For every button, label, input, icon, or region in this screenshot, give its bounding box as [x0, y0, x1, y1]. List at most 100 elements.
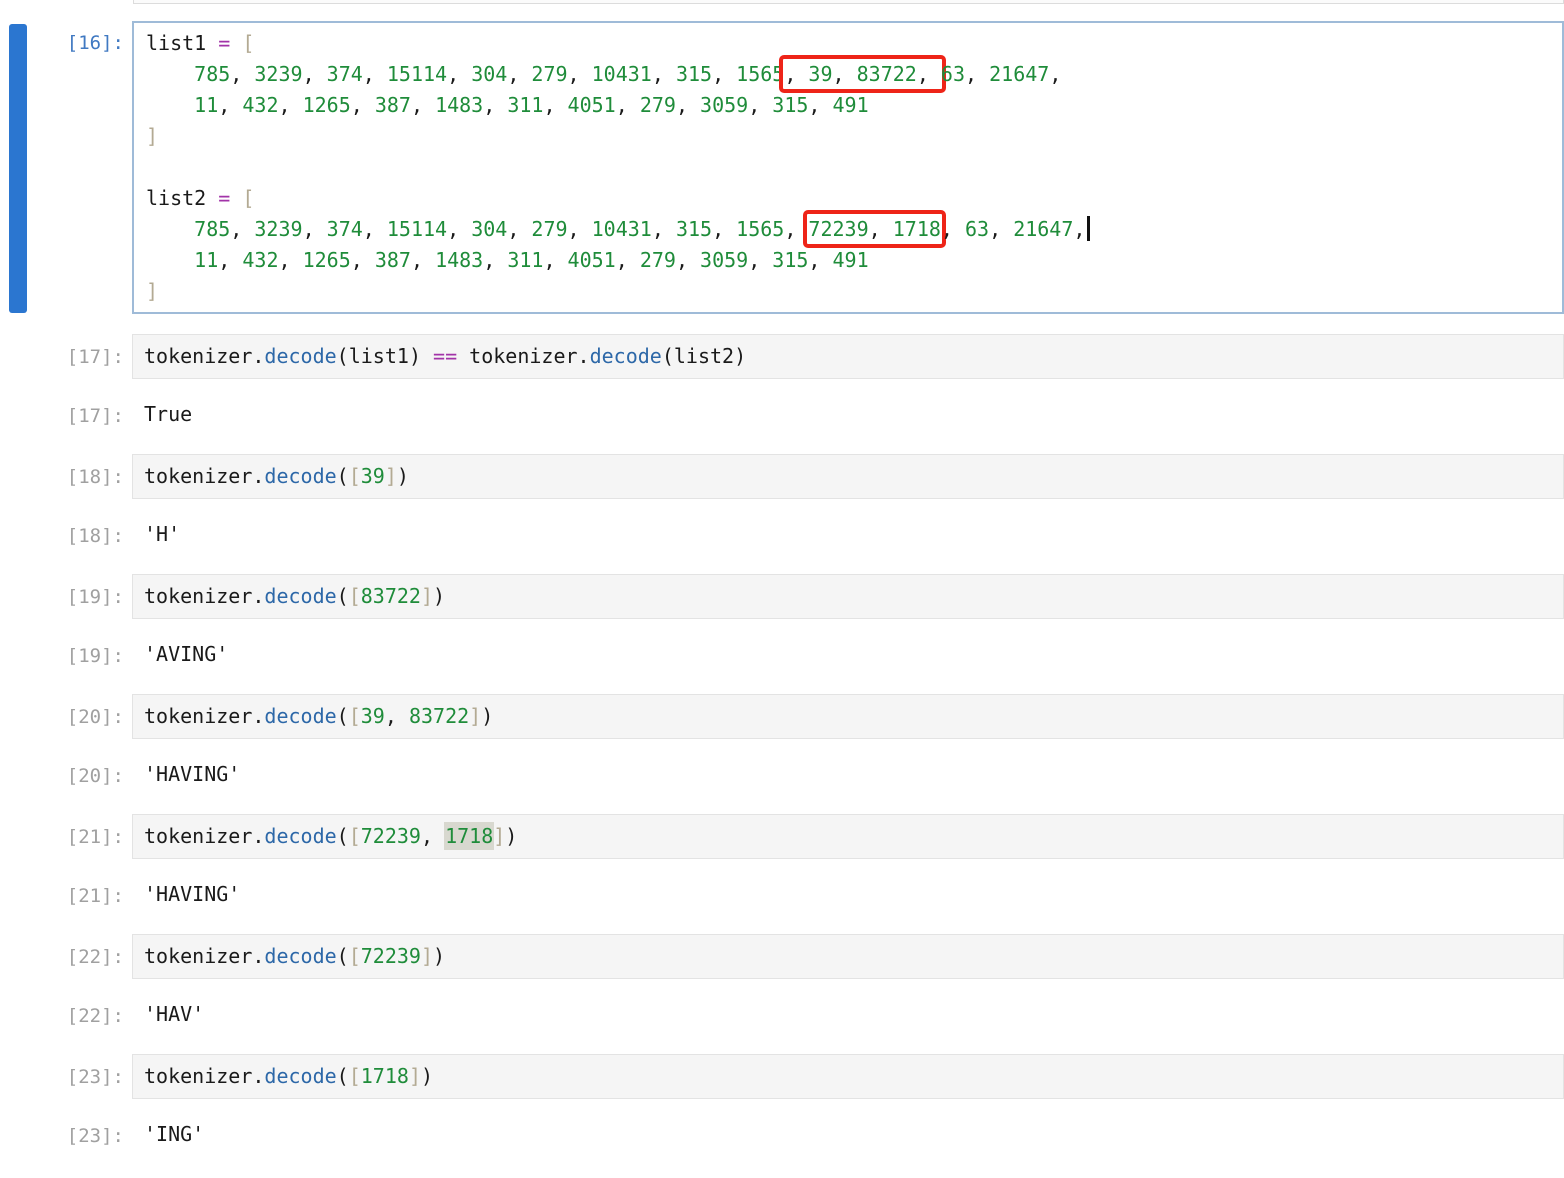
code-line: tokenizer.decode([39, 83722]) — [144, 701, 1563, 732]
code-line: 785, 3239, 374, 15114, 304, 279, 10431, … — [146, 59, 1562, 90]
cell-gutter — [0, 574, 27, 619]
output-prompt-21: [21]: — [27, 879, 132, 910]
code-line: 11, 432, 1265, 387, 1483, 311, 4051, 279… — [146, 90, 1562, 121]
cell-20-code-editor[interactable]: tokenizer.decode([39, 83722]) — [132, 694, 1564, 739]
code-line: ] — [146, 276, 1562, 307]
code-token: , — [411, 93, 435, 117]
code-token: , — [230, 62, 254, 86]
code-block: tokenizer.decode([83722]) — [144, 581, 1563, 612]
code-token: ] — [421, 584, 433, 608]
code-token: . — [252, 824, 264, 848]
code-block: tokenizer.decode([1718]) — [144, 1061, 1563, 1092]
code-token: , — [351, 93, 375, 117]
code-token: ) — [433, 944, 445, 968]
code-block: tokenizer.decode([39, 83722]) — [144, 701, 1563, 732]
code-token: decode — [264, 344, 336, 368]
previous-cell-bottom-edge — [133, 0, 1564, 4]
code-token: 72239 — [361, 824, 421, 848]
code-token: decode — [590, 344, 662, 368]
code-token: [ — [242, 31, 254, 55]
code-token: ) — [421, 1064, 433, 1088]
code-token: list1 — [146, 31, 206, 55]
code-token: 304 — [471, 217, 507, 241]
code-token: , — [869, 217, 893, 241]
code-token: 11 — [194, 248, 218, 272]
code-token: 279 — [640, 93, 676, 117]
cell-23-output-row: [23]:'ING' — [0, 1119, 1564, 1150]
code-token: 21647 — [989, 62, 1049, 86]
output-prompt-19: [19]: — [27, 639, 132, 670]
code-block: list1 = [ 785, 3239, 374, 15114, 304, 27… — [146, 28, 1562, 307]
code-token: 1718 — [893, 217, 941, 241]
code-token: , — [385, 704, 409, 728]
code-token: decode — [264, 944, 336, 968]
cell-22-output-text: 'HAV' — [132, 999, 1564, 1030]
code-token: 1265 — [303, 93, 351, 117]
code-token: 83722 — [857, 62, 917, 86]
cell-21-code-editor[interactable]: tokenizer.decode([72239, 1718]) — [132, 814, 1564, 859]
cell-19-code-editor[interactable]: tokenizer.decode([83722]) — [132, 574, 1564, 619]
code-token — [230, 186, 242, 210]
cell-gutter — [0, 1054, 27, 1099]
code-token: , — [784, 62, 808, 86]
code-token: . — [252, 584, 264, 608]
cell-gutter — [0, 399, 27, 430]
code-line: ] — [146, 121, 1562, 152]
code-token: 3239 — [254, 217, 302, 241]
code-token: ] — [469, 704, 481, 728]
output-prompt-20: [20]: — [27, 759, 132, 790]
code-token: ) — [397, 464, 409, 488]
cell-22-code-editor[interactable]: tokenizer.decode([72239]) — [132, 934, 1564, 979]
text-cursor — [1087, 216, 1090, 241]
code-token: , — [218, 93, 242, 117]
code-token: 1265 — [303, 248, 351, 272]
cell-17-code-editor[interactable]: tokenizer.decode(list1) == tokenizer.dec… — [132, 334, 1564, 379]
code-token: ) — [734, 344, 746, 368]
code-token: , — [411, 248, 435, 272]
active-cell-collapser-bar[interactable] — [9, 24, 27, 313]
cell-17-input-row: [17]:tokenizer.decode(list1) == tokenize… — [0, 334, 1564, 379]
code-token: , — [833, 62, 857, 86]
cell-23-code-editor[interactable]: tokenizer.decode([1718]) — [132, 1054, 1564, 1099]
code-token: 83722 — [409, 704, 469, 728]
input-prompt-19: [19]: — [27, 574, 132, 619]
code-token: . — [252, 464, 264, 488]
code-token: 315 — [676, 217, 712, 241]
cell-19-output-row: [19]:'AVING' — [0, 639, 1564, 670]
code-token: 304 — [471, 62, 507, 86]
code-token — [146, 93, 194, 117]
code-token: [ — [349, 1064, 361, 1088]
code-token: , — [543, 248, 567, 272]
cell-16-code-editor[interactable]: list1 = [ 785, 3239, 374, 15114, 304, 27… — [132, 21, 1564, 314]
code-token: ) — [481, 704, 493, 728]
input-prompt-17: [17]: — [27, 334, 132, 379]
code-token: 3059 — [700, 248, 748, 272]
code-token: ] — [409, 1064, 421, 1088]
code-token: [ — [349, 464, 361, 488]
code-token: 374 — [327, 217, 363, 241]
code-token: list2 — [146, 186, 206, 210]
code-token: , — [543, 93, 567, 117]
code-token: , — [278, 248, 302, 272]
cell-18-code-editor[interactable]: tokenizer.decode([39]) — [132, 454, 1564, 499]
output-prompt-17: [17]: — [27, 399, 132, 430]
code-token: 279 — [531, 217, 567, 241]
code-token: ( — [662, 344, 674, 368]
code-token: , — [748, 248, 772, 272]
code-block: tokenizer.decode([39]) — [144, 461, 1563, 492]
code-token: [ — [349, 824, 361, 848]
code-token: 1483 — [435, 93, 483, 117]
code-token: 63 — [965, 217, 989, 241]
code-line: tokenizer.decode([39]) — [144, 461, 1563, 492]
cell-gutter — [0, 879, 27, 910]
cell-18-output-row: [18]:'H' — [0, 519, 1564, 550]
output-prompt-18: [18]: — [27, 519, 132, 550]
code-token: 21647 — [1013, 217, 1073, 241]
code-token: 15114 — [387, 62, 447, 86]
cell-22-input-row: [22]:tokenizer.decode([72239]) — [0, 934, 1564, 979]
code-token: , — [507, 62, 531, 86]
cell-18-output-text: 'H' — [132, 519, 1564, 550]
code-token: , — [676, 248, 700, 272]
code-token: 3059 — [700, 93, 748, 117]
cell-17-output-row: [17]:True — [0, 399, 1564, 430]
